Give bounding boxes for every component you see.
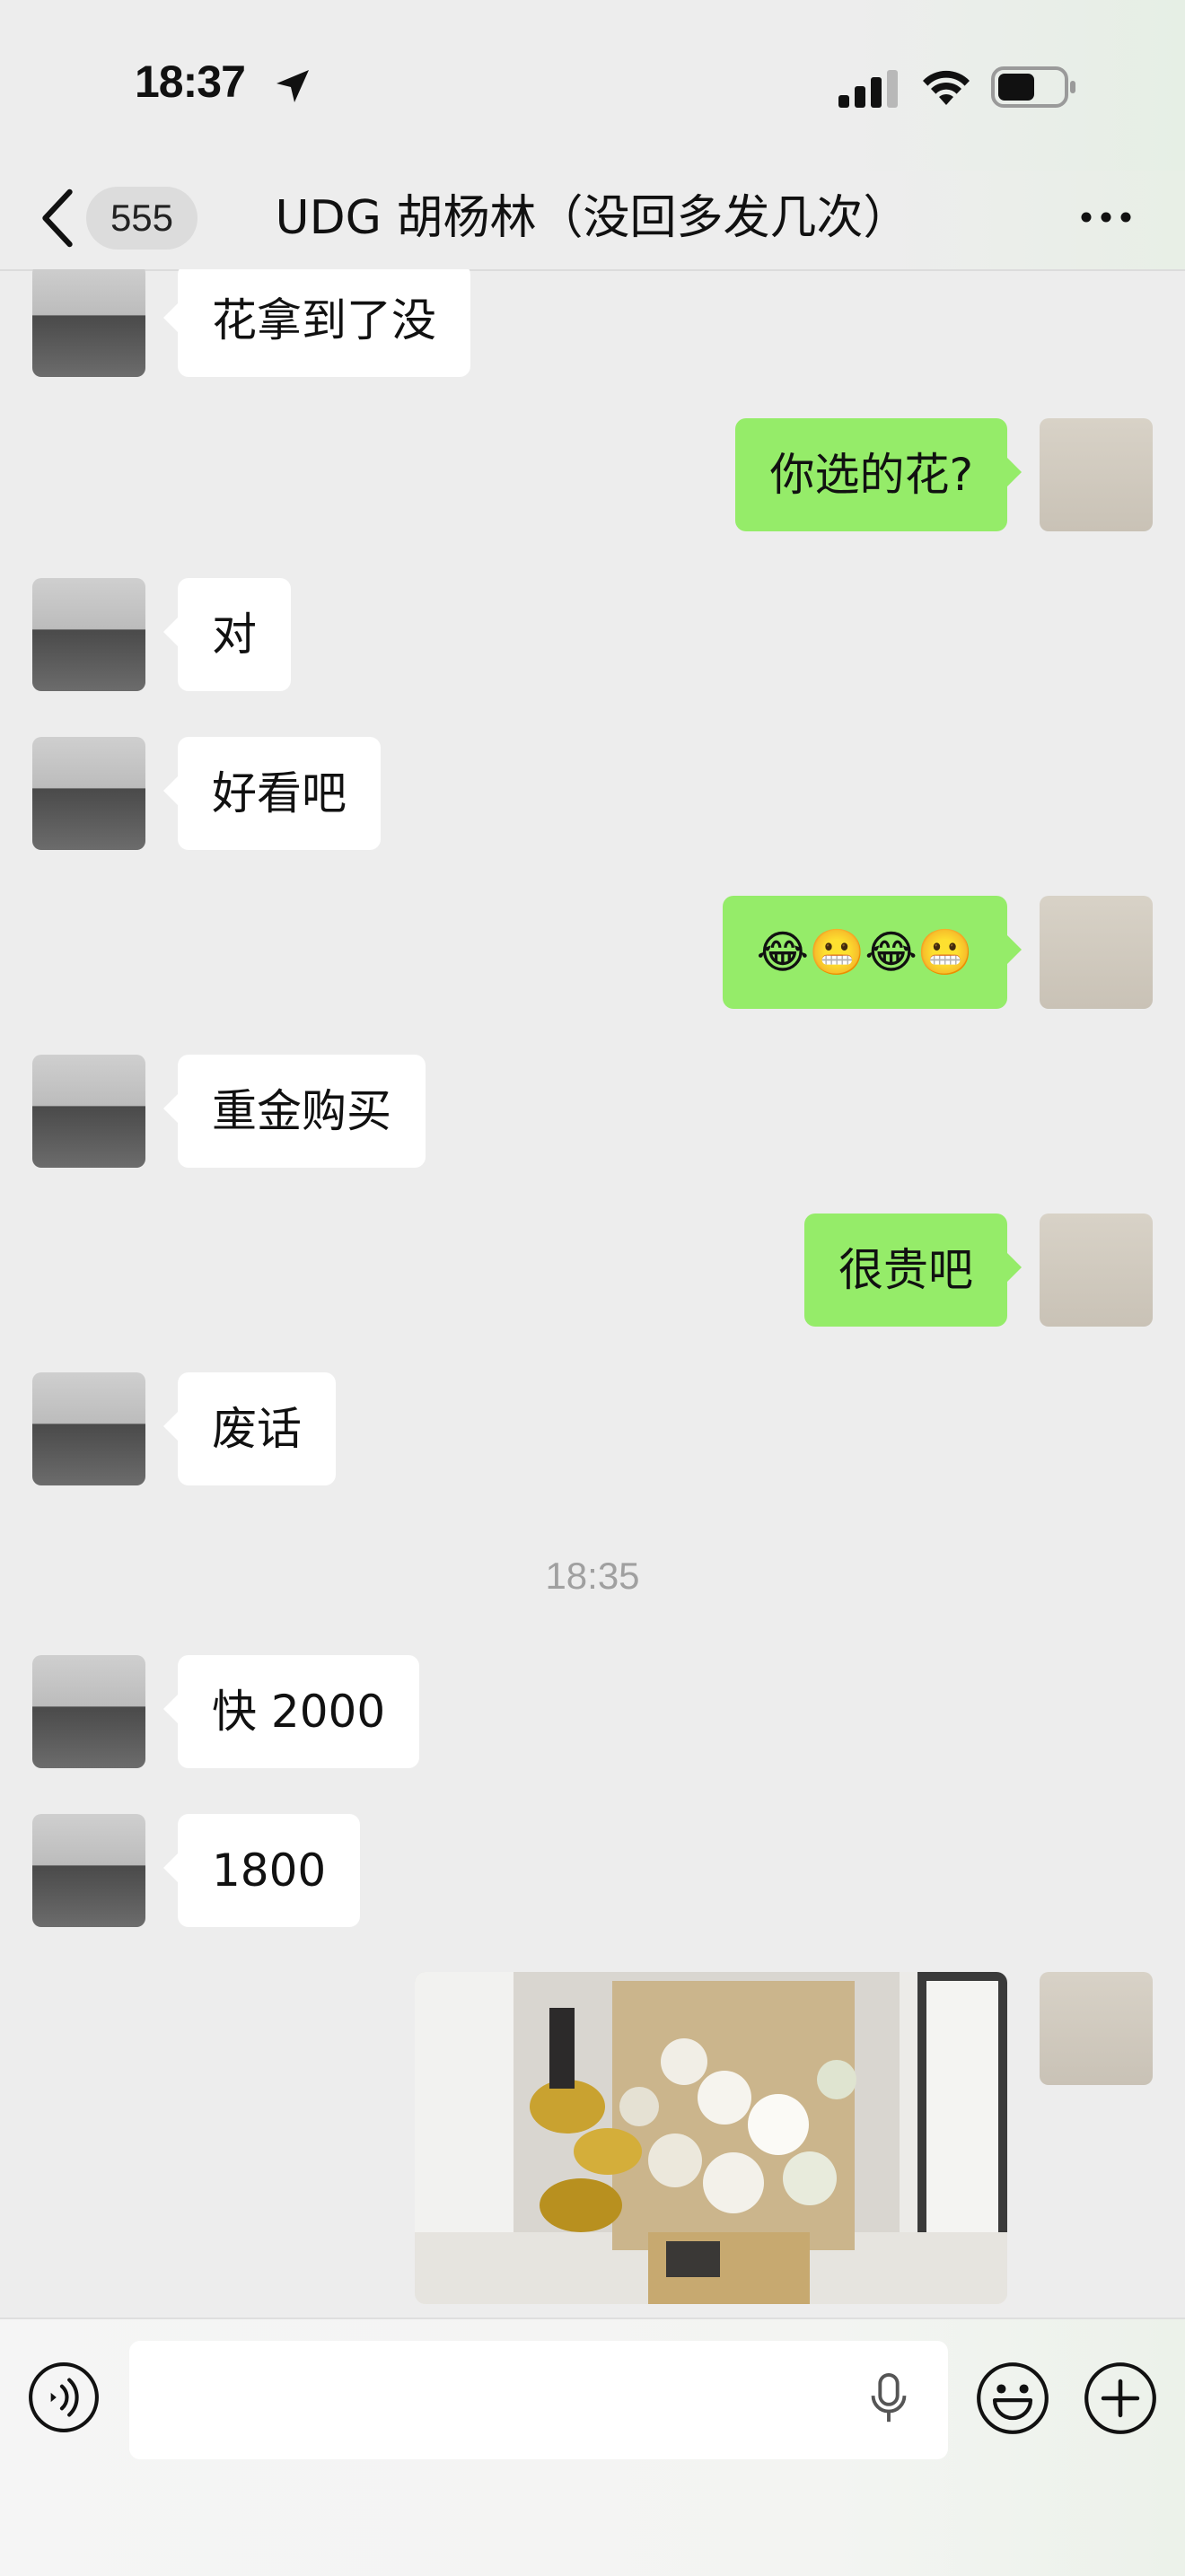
message-timestamp: 18:35 <box>545 1555 640 1597</box>
avatar[interactable] <box>32 1655 145 1768</box>
chat-title: UDG 胡杨林（没回多发几次） <box>275 191 910 245</box>
cellular-signal-icon <box>838 70 898 108</box>
avatar[interactable] <box>1040 896 1153 1009</box>
message-input[interactable] <box>129 2341 948 2459</box>
chat-header: 555 UDG 胡杨林（没回多发几次） <box>0 171 1185 271</box>
message-row: 快 2000 <box>0 1655 1185 1768</box>
avatar[interactable] <box>1040 418 1153 531</box>
flower-bouquet-photo[interactable] <box>415 1972 1007 2304</box>
chevron-left-icon[interactable] <box>40 188 75 248</box>
avatar[interactable] <box>1040 1214 1153 1327</box>
message-row: 你选的花? <box>0 418 1185 531</box>
message-bubble[interactable]: 你选的花? <box>735 418 1022 531</box>
message-row: 对 <box>0 578 1185 691</box>
ellipsis-icon[interactable] <box>1077 205 1135 230</box>
message-row: 好看吧 <box>0 737 1185 850</box>
plus-icon[interactable] <box>1083 2361 1158 2436</box>
message-bubble[interactable]: 快 2000 <box>162 1655 420 1768</box>
message-row: 废话 <box>0 1372 1185 1485</box>
voice-icon[interactable] <box>27 2361 101 2434</box>
message-row: 1800 <box>0 1814 1185 1927</box>
wifi-icon <box>923 70 970 105</box>
message-row <box>0 1972 1185 2304</box>
status-time: 18:37 <box>135 57 246 107</box>
avatar[interactable] <box>32 269 145 377</box>
message-bubble[interactable]: 花拿到了没 <box>163 269 470 377</box>
battery-icon <box>991 66 1075 108</box>
emoji-icon[interactable] <box>975 2361 1050 2436</box>
status-bar: 18:37 <box>0 0 1185 171</box>
avatar[interactable] <box>32 1814 145 1927</box>
message-bubble[interactable]: 1800 <box>162 1814 361 1927</box>
unread-count-badge[interactable]: 555 <box>86 187 198 250</box>
message-row: 😂😬😂😬 <box>0 896 1185 1009</box>
message-bubble[interactable]: 重金购买 <box>163 1055 426 1168</box>
microphone-icon[interactable] <box>867 2371 910 2427</box>
location-arrow-icon <box>276 70 309 102</box>
message-bubble[interactable]: 好看吧 <box>163 737 381 850</box>
message-list[interactable]: 花拿到了没 你选的花? 对 好看吧 😂😬😂😬 重金购买 很贵吧 废话 18:35… <box>0 269 1185 2318</box>
avatar[interactable] <box>32 578 145 691</box>
avatar[interactable] <box>32 1055 145 1168</box>
message-row: 很贵吧 <box>0 1214 1185 1327</box>
avatar[interactable] <box>32 737 145 850</box>
avatar[interactable] <box>1040 1972 1153 2085</box>
avatar[interactable] <box>32 1372 145 1485</box>
message-bubble[interactable]: 废话 <box>163 1372 336 1485</box>
message-bubble[interactable]: 😂😬😂😬 <box>722 896 1023 1009</box>
message-row: 重金购买 <box>0 1055 1185 1168</box>
message-row: 花拿到了没 <box>0 269 1185 377</box>
message-bubble[interactable]: 很贵吧 <box>804 1214 1022 1327</box>
message-bubble[interactable]: 对 <box>163 578 291 691</box>
input-bar <box>0 2318 1185 2576</box>
